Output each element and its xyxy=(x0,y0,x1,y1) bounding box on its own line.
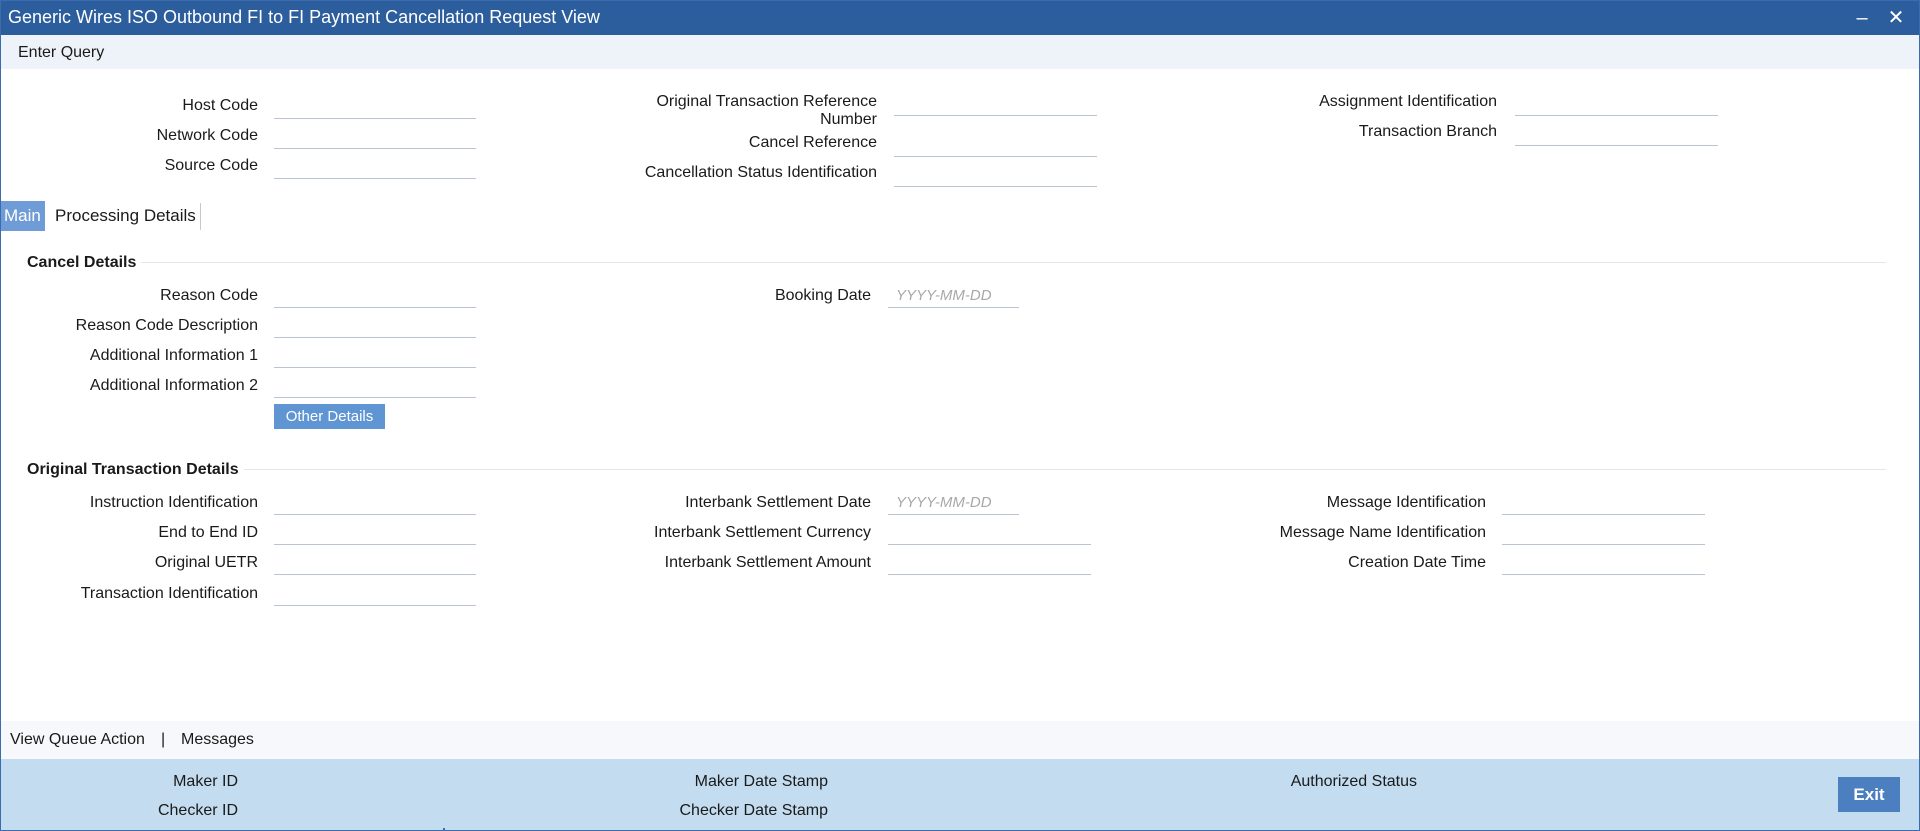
network-code-input[interactable] xyxy=(274,125,476,149)
tab-main[interactable]: Main xyxy=(1,201,45,231)
instruction-id-label: Instruction Identification xyxy=(89,494,258,511)
interbank-settlement-date-label: Interbank Settlement Date xyxy=(685,494,871,511)
creation-date-time-label: Creation Date Time xyxy=(1348,554,1486,571)
transaction-id-label: Transaction Identification xyxy=(80,585,258,602)
original-txn-details-title: Original Transaction Details xyxy=(27,461,239,478)
checker-id-label: Checker ID xyxy=(157,802,238,819)
window-title: Generic Wires ISO Outbound FI to FI Paym… xyxy=(8,7,600,27)
original-txn-ref-label: Original Transaction Reference xyxy=(656,93,877,110)
network-code-label: Network Code xyxy=(156,127,258,144)
message-id-label: Message Identification xyxy=(1326,494,1486,511)
assignment-id-input[interactable] xyxy=(1515,92,1718,116)
section-divider xyxy=(244,469,1886,470)
interbank-settlement-amount-label: Interbank Settlement Amount xyxy=(664,554,871,571)
title-bar: Generic Wires ISO Outbound FI to FI Paym… xyxy=(1,1,1919,35)
tab-processing-details[interactable]: Processing Details xyxy=(50,201,201,231)
reason-code-label: Reason Code xyxy=(160,287,258,304)
message-name-id-input[interactable] xyxy=(1502,521,1705,545)
assignment-id-label: Assignment Identification xyxy=(1319,93,1497,110)
reason-code-input[interactable] xyxy=(274,284,476,308)
interbank-settlement-currency-input[interactable] xyxy=(888,521,1091,545)
source-code-input[interactable] xyxy=(274,155,476,179)
reason-code-description-input[interactable] xyxy=(274,314,476,338)
original-uetr-input[interactable] xyxy=(274,551,476,575)
cancellation-status-id-input[interactable] xyxy=(894,163,1097,187)
footer-link-bar: View Queue Action | Messages xyxy=(1,721,1919,759)
transaction-branch-label: Transaction Branch xyxy=(1358,123,1497,140)
maker-date-stamp-label: Maker Date Stamp xyxy=(694,773,828,790)
maker-id-label: Maker ID xyxy=(173,773,238,790)
checker-date-stamp-label: Checker Date Stamp xyxy=(679,802,828,819)
source-code-label: Source Code xyxy=(164,157,258,174)
close-icon[interactable]: ✕ xyxy=(1882,3,1910,33)
interbank-settlement-currency-label: Interbank Settlement Currency xyxy=(654,524,871,541)
transaction-branch-input[interactable] xyxy=(1515,122,1718,146)
view-queue-action-link[interactable]: View Queue Action xyxy=(10,731,145,749)
message-name-id-label: Message Name Identification xyxy=(1279,524,1486,541)
cancel-details-title: Cancel Details xyxy=(27,254,137,271)
instruction-id-input[interactable] xyxy=(274,491,476,515)
authorized-status-label: Authorized Status xyxy=(1290,773,1417,790)
tab-divider xyxy=(200,203,201,230)
other-details-button[interactable]: Other Details xyxy=(274,404,385,429)
transaction-id-input[interactable] xyxy=(274,582,476,606)
section-divider xyxy=(141,262,1886,263)
original-uetr-label: Original UETR xyxy=(154,554,258,571)
interbank-settlement-amount-input[interactable] xyxy=(888,551,1091,575)
host-code-input[interactable] xyxy=(274,95,476,119)
booking-date-label: Booking Date xyxy=(774,287,871,304)
minimize-icon[interactable]: ‒ xyxy=(1848,3,1876,33)
enter-query-menu[interactable]: Enter Query xyxy=(18,44,104,62)
end-to-end-id-input[interactable] xyxy=(274,521,476,545)
app-window: Generic Wires ISO Outbound FI to FI Paym… xyxy=(0,0,1920,831)
creation-date-time-input[interactable] xyxy=(1502,551,1705,575)
cancel-reference-input[interactable] xyxy=(894,133,1097,157)
additional-info-1-label: Additional Information 1 xyxy=(89,347,258,364)
exit-button[interactable]: Exit xyxy=(1838,777,1900,812)
cancel-reference-label: Cancel Reference xyxy=(748,134,877,151)
cancellation-status-id-label: Cancellation Status Identification xyxy=(644,164,877,181)
end-to-end-id-label: End to End ID xyxy=(158,524,258,541)
original-txn-ref-input[interactable] xyxy=(894,92,1097,116)
audit-bar: Maker ID Checker ID Maker Date Stamp Che… xyxy=(1,759,1919,830)
interbank-settlement-date-input[interactable] xyxy=(888,491,1019,515)
messages-link[interactable]: Messages xyxy=(181,731,254,749)
message-id-input[interactable] xyxy=(1502,491,1705,515)
additional-info-2-label: Additional Information 2 xyxy=(89,377,258,394)
original-txn-ref-label-line2: Number xyxy=(820,111,877,128)
booking-date-input[interactable] xyxy=(888,284,1019,308)
host-code-label: Host Code xyxy=(182,97,258,114)
reason-code-description-label: Reason Code Description xyxy=(75,317,258,334)
additional-info-1-input[interactable] xyxy=(274,344,476,368)
additional-info-2-input[interactable] xyxy=(274,374,476,398)
footer-separator: | xyxy=(161,731,166,748)
menu-bar: Enter Query xyxy=(1,35,1919,69)
